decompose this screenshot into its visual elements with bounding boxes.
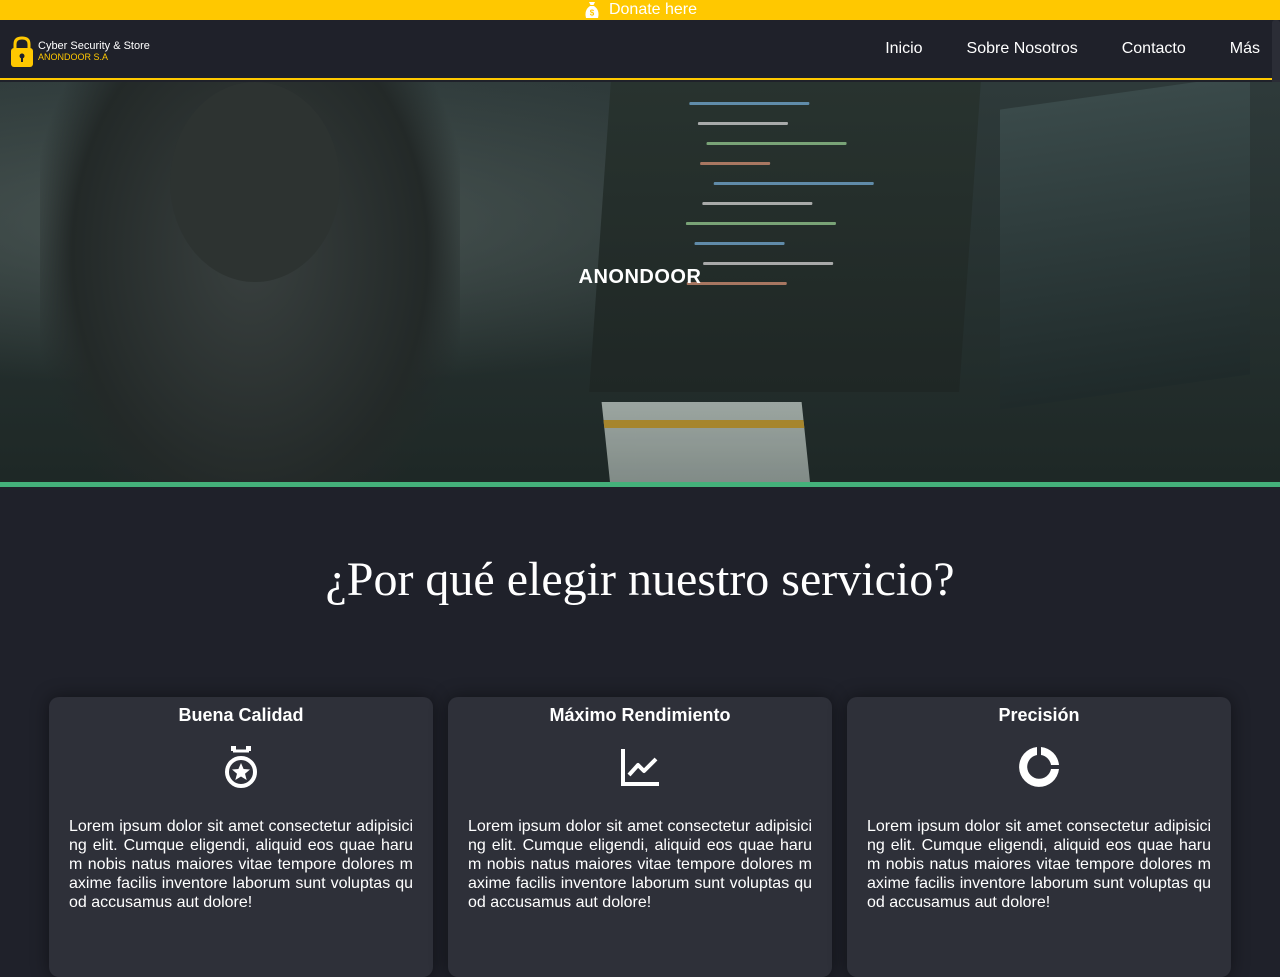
- card-text: Lorem ipsum dolor sit amet consectetur a…: [69, 818, 413, 911]
- logo-subtitle: ANONDOOR S.A: [38, 52, 109, 62]
- hero-title: ANONDOOR: [578, 266, 702, 288]
- donate-bar[interactable]: $ Donate here: [0, 0, 1280, 20]
- nav-item-contacto[interactable]: Contacto: [1122, 40, 1186, 58]
- donut-chart-icon: [1017, 745, 1061, 789]
- logo-title: Cyber Security & Store: [38, 40, 150, 52]
- section-title: ¿Por qué elegir nuestro servicio?: [325, 553, 955, 606]
- card-text: Lorem ipsum dolor sit amet consectetur a…: [867, 818, 1211, 911]
- card-title: Buena Calidad: [178, 705, 304, 725]
- feature-card-performance: Máximo Rendimiento Lorem ipsum dolor sit…: [448, 697, 832, 977]
- logo[interactable]: Cyber Security & Store ANONDOOR S.A: [10, 36, 150, 68]
- svg-text:$: $: [590, 9, 595, 18]
- nav-item-inicio[interactable]: Inicio: [885, 40, 922, 58]
- card-title: Máximo Rendimiento: [549, 705, 731, 725]
- feature-card-precision: Precisión Lorem ipsum dolor sit amet con…: [847, 697, 1231, 977]
- card-text: Lorem ipsum dolor sit amet consectetur a…: [468, 818, 812, 911]
- nav-item-mas[interactable]: Más: [1230, 40, 1260, 58]
- donate-link[interactable]: Donate here: [609, 1, 697, 19]
- navbar: Cyber Security & Store ANONDOOR S.A Inic…: [0, 20, 1280, 80]
- section-divider: [0, 482, 1280, 487]
- hero-laptop-image: [601, 402, 819, 482]
- money-bag-icon: $: [583, 1, 601, 19]
- hero-side-monitor-image: [1000, 82, 1250, 410]
- medal-icon: [219, 745, 263, 789]
- hero-monitor-image: [589, 82, 981, 392]
- hero-banner: ANONDOOR: [0, 82, 1280, 482]
- card-title: Precisión: [998, 705, 1080, 725]
- feature-card-quality: Buena Calidad Lorem ipsum dolor sit amet…: [49, 697, 433, 977]
- nav-menu: Inicio Sobre Nosotros Contacto Más: [841, 20, 1280, 78]
- line-chart-icon: [618, 745, 662, 789]
- nav-item-sobre-nosotros[interactable]: Sobre Nosotros: [967, 40, 1078, 58]
- hero-head-silhouette: [170, 82, 340, 282]
- lock-icon: [10, 36, 34, 68]
